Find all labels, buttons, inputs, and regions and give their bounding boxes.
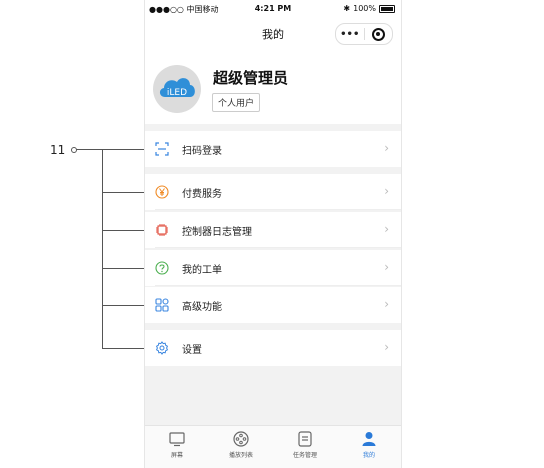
nav-bar: 我的 ••• xyxy=(145,18,401,48)
phone-screen: ●●●○○ 中国移动 4:21 PM ✱ 100% 我的 ••• iLED 超级… xyxy=(144,0,402,468)
menu-item-label: 付费服务 xyxy=(182,189,222,200)
menu-item-paid-service[interactable]: 付费服务 › xyxy=(145,174,401,210)
question-icon xyxy=(155,261,169,275)
grid-icon xyxy=(155,298,169,312)
tab-label: 屏幕 xyxy=(170,452,183,459)
chevron-right-icon: › xyxy=(384,297,389,311)
row-divider xyxy=(155,247,401,248)
user-type-badge: 个人用户 xyxy=(212,93,261,112)
more-menu-button[interactable]: ••• xyxy=(336,29,364,40)
avatar-logo-text: iLED xyxy=(167,88,187,98)
menu-item-label: 我的工单 xyxy=(182,265,222,276)
menu-item-my-tickets[interactable]: 我的工单 › xyxy=(145,250,401,286)
menu-item-label: 高级功能 xyxy=(182,302,222,313)
menu-item-settings[interactable]: 设置 › xyxy=(145,330,401,366)
callout-marker xyxy=(71,147,77,153)
yen-icon xyxy=(155,185,169,199)
tab-label: 我的 xyxy=(362,452,375,459)
cloud-logo-icon: iLED xyxy=(159,78,195,98)
callout-label: 11 xyxy=(50,143,66,157)
row-divider xyxy=(155,209,401,210)
mini-program-capsule: ••• xyxy=(335,23,393,45)
user-name: 超级管理员 xyxy=(213,69,289,87)
bottom-tab-bar: 屏幕 播放列表 任务管理 我的 xyxy=(145,425,401,468)
battery-icon xyxy=(379,4,395,13)
tab-label: 任务管理 xyxy=(292,452,317,459)
profile-card[interactable]: iLED 超级管理员 个人用户 xyxy=(145,48,401,124)
callout-line-vertical xyxy=(102,149,103,348)
menu-item-label: 设置 xyxy=(182,345,202,356)
menu-item-scan-login[interactable]: 扫码登录 › xyxy=(145,131,401,167)
chevron-right-icon: › xyxy=(384,141,389,155)
tab-label: 播放列表 xyxy=(228,452,253,459)
status-bar: ●●●○○ 中国移动 4:21 PM ✱ 100% xyxy=(145,0,401,18)
target-icon xyxy=(371,27,385,41)
battery-percent: 100% xyxy=(353,4,376,13)
avatar: iLED xyxy=(153,65,201,113)
menu-item-advanced[interactable]: 高级功能 › xyxy=(145,287,401,323)
tab-playlist[interactable]: 播放列表 xyxy=(209,426,273,468)
chevron-right-icon: › xyxy=(384,340,389,354)
chevron-right-icon: › xyxy=(384,222,389,236)
scan-icon xyxy=(155,142,169,156)
menu-item-label: 扫码登录 xyxy=(182,146,222,157)
chevron-right-icon: › xyxy=(384,260,389,274)
tab-tasks[interactable]: 任务管理 xyxy=(273,426,337,468)
status-right: ✱ 100% xyxy=(343,4,395,13)
menu-item-controller-log[interactable]: 控制器日志管理 › xyxy=(145,212,401,248)
close-mini-program-button[interactable] xyxy=(365,27,393,41)
menu-item-label: 控制器日志管理 xyxy=(182,227,252,238)
chevron-right-icon: › xyxy=(384,184,389,198)
tab-screen[interactable]: 屏幕 xyxy=(145,426,209,468)
row-divider xyxy=(155,285,401,286)
gear-icon xyxy=(155,341,169,355)
chip-icon xyxy=(156,224,168,236)
playlist-icon xyxy=(233,431,249,447)
tab-mine[interactable]: 我的 xyxy=(337,426,401,468)
screen-icon xyxy=(169,432,185,447)
user-icon xyxy=(362,432,376,446)
bluetooth-icon: ✱ xyxy=(343,4,351,13)
task-icon xyxy=(298,431,312,447)
